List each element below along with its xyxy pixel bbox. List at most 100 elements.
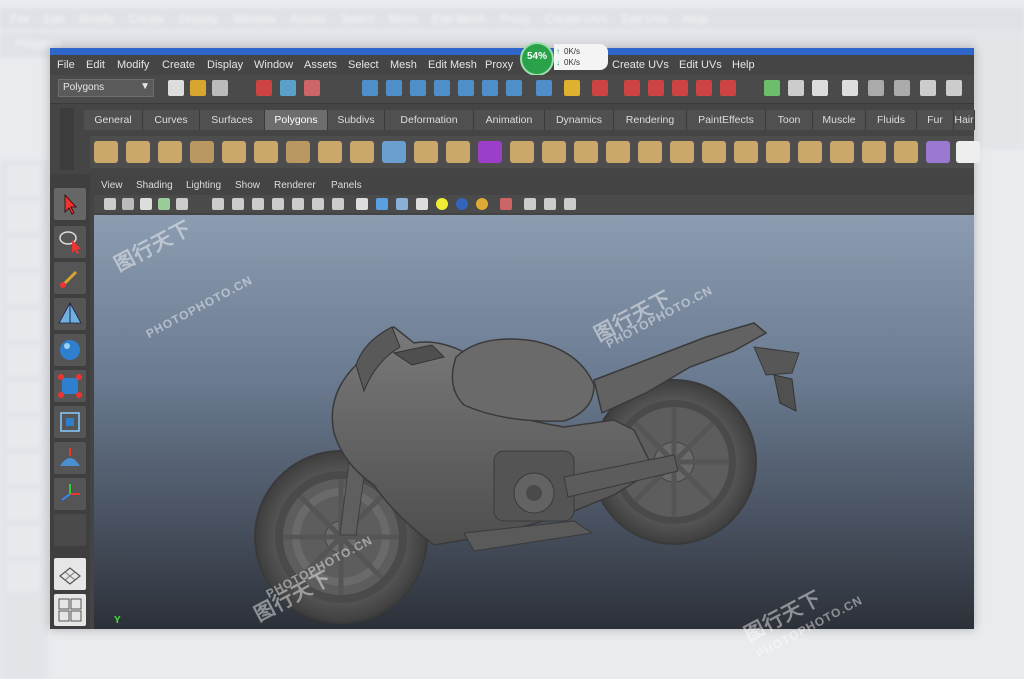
textured-icon[interactable] xyxy=(416,198,428,210)
poly-plane-icon[interactable] xyxy=(222,141,246,163)
single-pane-layout-icon[interactable] xyxy=(54,558,86,590)
shelf-grip[interactable] xyxy=(60,108,74,170)
tab-muscle[interactable]: Muscle xyxy=(813,110,866,130)
mirror-icon[interactable] xyxy=(862,141,886,163)
image-plane-icon[interactable] xyxy=(158,198,170,210)
smooth-shade-icon[interactable] xyxy=(376,198,388,210)
show-manipulator-tool-icon[interactable] xyxy=(54,478,86,510)
select-component-icon[interactable] xyxy=(304,80,320,96)
menu-create[interactable]: Create xyxy=(162,59,195,71)
tab-curves[interactable]: Curves xyxy=(143,110,200,130)
layer-editor-icon[interactable] xyxy=(920,80,936,96)
share-icon[interactable] xyxy=(564,198,576,210)
snap-to-points-icon[interactable] xyxy=(672,80,688,96)
tab-fluids[interactable]: Fluids xyxy=(866,110,917,130)
poly-cube-icon[interactable] xyxy=(126,141,150,163)
tab-surfaces[interactable]: Surfaces xyxy=(200,110,265,130)
sculpt-icon[interactable] xyxy=(926,141,950,163)
triangulate-icon[interactable] xyxy=(894,141,918,163)
menu-window[interactable]: Window xyxy=(254,59,293,71)
panel-menu-view[interactable]: View xyxy=(101,180,123,191)
bevel-icon[interactable] xyxy=(670,141,694,163)
render-settings-icon[interactable] xyxy=(812,80,828,96)
safe-title-icon[interactable] xyxy=(332,198,344,210)
menu-edit[interactable]: Edit xyxy=(86,59,105,71)
snap-to-curves-icon[interactable] xyxy=(648,80,664,96)
outliner-icon[interactable] xyxy=(946,80,962,96)
menu-edit-mesh[interactable]: Edit Mesh xyxy=(428,59,477,71)
download-progress-widget[interactable]: 54% ↑ 0K/s ↓ 0K/s xyxy=(520,42,620,76)
poly-sphere-icon[interactable] xyxy=(94,141,118,163)
menu-create-uvs[interactable]: Create UVs xyxy=(612,59,669,71)
wireframe-on-shaded-icon[interactable] xyxy=(396,198,408,210)
menu-help[interactable]: Help xyxy=(732,59,755,71)
live-surface-icon[interactable] xyxy=(720,80,736,96)
snap-view-icon[interactable] xyxy=(434,80,450,96)
separate-icon[interactable] xyxy=(414,141,438,163)
xray-joints-icon[interactable] xyxy=(544,198,556,210)
poly-cylinder-icon[interactable] xyxy=(158,141,182,163)
shadows-icon[interactable] xyxy=(476,198,488,210)
panel-menu-show[interactable]: Show xyxy=(235,180,260,191)
tab-rendering[interactable]: Rendering xyxy=(614,110,687,130)
menu-assets[interactable]: Assets xyxy=(304,59,337,71)
move-tool-icon[interactable] xyxy=(54,298,86,330)
select-by-type-icon[interactable] xyxy=(592,80,608,96)
menu-edit-uvs[interactable]: Edit UVs xyxy=(679,59,722,71)
field-chart-icon[interactable] xyxy=(292,198,304,210)
poly-soccer-ball-icon[interactable] xyxy=(350,141,374,163)
viewport-3d[interactable]: Y xyxy=(94,215,974,629)
fill-hole-icon[interactable] xyxy=(766,141,790,163)
channel-box-icon[interactable] xyxy=(894,80,910,96)
tab-subdivs[interactable]: Subdivs xyxy=(328,110,385,130)
magnet-icon[interactable] xyxy=(624,80,640,96)
select-hierarchy-icon[interactable] xyxy=(256,80,272,96)
boolean-icon[interactable] xyxy=(446,141,470,163)
poly-prism-icon[interactable] xyxy=(286,141,310,163)
paint-select-tool-icon[interactable] xyxy=(54,262,86,294)
snap-grid-icon[interactable] xyxy=(362,80,378,96)
poly-pipe-icon[interactable] xyxy=(318,141,342,163)
grid-toggle-icon[interactable] xyxy=(212,198,224,210)
film-gate-icon[interactable] xyxy=(232,198,244,210)
tab-fur[interactable]: Fur xyxy=(917,110,954,130)
snap-curve-icon[interactable] xyxy=(386,80,402,96)
smooth-icon[interactable] xyxy=(478,141,502,163)
menu-file[interactable]: File xyxy=(57,59,75,71)
wedge-icon[interactable] xyxy=(798,141,822,163)
open-scene-icon[interactable] xyxy=(190,80,206,96)
snap-surface-icon[interactable] xyxy=(458,80,474,96)
gate-mask-icon[interactable] xyxy=(272,198,284,210)
checker-map-icon[interactable] xyxy=(956,141,980,163)
tab-animation[interactable]: Animation xyxy=(474,110,545,130)
motorcycle-model[interactable]: Y xyxy=(94,215,974,629)
manipulator-tool-icon[interactable] xyxy=(54,406,86,438)
tool-settings-icon[interactable] xyxy=(868,80,884,96)
panel-menu-shading[interactable]: Shading xyxy=(136,180,173,191)
menu-modify[interactable]: Modify xyxy=(117,59,149,71)
four-pane-layout-icon[interactable] xyxy=(54,594,86,626)
all-lights-icon[interactable] xyxy=(456,198,468,210)
panel-menu-lighting[interactable]: Lighting xyxy=(186,180,221,191)
merge-icon[interactable] xyxy=(702,141,726,163)
lock-icon[interactable] xyxy=(564,80,580,96)
wireframe-icon[interactable] xyxy=(356,198,368,210)
two-d-pan-zoom-icon[interactable] xyxy=(176,198,188,210)
tab-dynamics[interactable]: Dynamics xyxy=(545,110,614,130)
help-question-icon[interactable] xyxy=(536,80,552,96)
resolution-gate-icon[interactable] xyxy=(252,198,264,210)
tab-general[interactable]: General xyxy=(84,110,143,130)
scale-tool-icon[interactable] xyxy=(54,370,86,402)
poly-cone-icon[interactable] xyxy=(190,141,214,163)
tab-deformation[interactable]: Deformation xyxy=(385,110,474,130)
panel-menu-panels[interactable]: Panels xyxy=(331,180,362,191)
tab-painteffects[interactable]: PaintEffects xyxy=(687,110,766,130)
menu-select[interactable]: Select xyxy=(348,59,379,71)
last-tool-slot[interactable] xyxy=(54,514,86,546)
delete-edge-icon[interactable] xyxy=(734,141,758,163)
tab-polygons[interactable]: Polygons xyxy=(265,110,328,130)
select-object-icon[interactable] xyxy=(280,80,296,96)
tab-toon[interactable]: Toon xyxy=(766,110,813,130)
snap-to-surface-icon[interactable] xyxy=(696,80,712,96)
isolate-select-icon[interactable] xyxy=(500,198,512,210)
